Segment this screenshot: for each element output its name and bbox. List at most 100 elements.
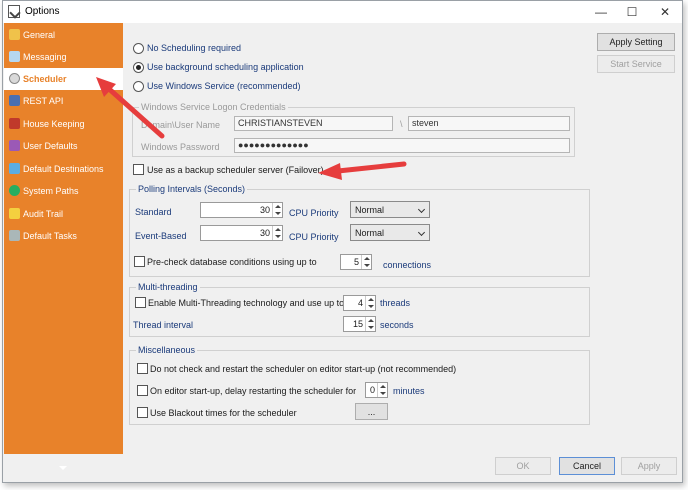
sidebar-item-rest-api[interactable]: REST API [4,90,123,112]
precheck-label: Pre-check database conditions using up t… [147,257,317,267]
thread-interval-stepper[interactable]: 15 [343,316,376,332]
username-input[interactable]: steven [408,116,570,131]
destinations-icon [9,163,20,174]
api-icon [9,95,20,106]
sidebar-item-messaging[interactable]: Messaging [4,46,123,68]
threads-value: 4 [357,298,363,308]
tasks-icon [9,230,20,241]
apply-setting-button[interactable]: Apply Setting [597,33,675,51]
misc-group: Miscellaneous Do not check and restart t… [129,345,590,425]
chevron-down-icon[interactable] [59,466,67,470]
domain-user-label: Domain\User Name [141,120,221,130]
sidebar-item-default-destinations[interactable]: Default Destinations [4,158,123,180]
audit-trail-icon [9,208,20,219]
event-based-stepper[interactable]: 30 [200,225,283,241]
sidebar-item-label: House Keeping [23,119,85,129]
spinner-icon[interactable] [365,317,375,331]
delay-label: On editor start-up, delay restarting the… [150,386,357,396]
multithreading-label: Enable Multi-Threading technology and us… [148,298,345,308]
credentials-group: Windows Service Logon Credentials Domain… [132,102,575,157]
blackout-times-button[interactable]: ... [355,403,388,420]
sidebar-item-label: Default Destinations [23,164,104,174]
failover-checkbox[interactable] [133,164,144,175]
sidebar-item-label: System Paths [23,186,79,196]
standard-label: Standard [135,207,172,217]
start-service-button[interactable]: Start Service [597,55,675,73]
cpu-priority-standard-select[interactable]: Normal [350,201,430,218]
sidebar-item-label: Scheduler [23,74,67,84]
sidebar-item-user-defaults[interactable]: User Defaults [4,135,123,157]
select-value: Normal [355,228,385,238]
spinner-icon[interactable] [272,226,282,240]
polling-legend: Polling Intervals (Seconds) [136,184,248,194]
sidebar-item-label: User Defaults [23,141,78,151]
messaging-icon [9,51,20,62]
cancel-button[interactable]: Cancel [559,457,615,475]
ok-button[interactable]: OK [495,457,551,475]
cpu-priority-event-select[interactable]: Normal [350,224,430,241]
select-value: Normal [355,205,385,215]
sidebar-item-audit-trail[interactable]: Audit Trail [4,203,123,225]
sidebar-item-scheduler[interactable]: Scheduler [4,68,123,90]
precheck-checkbox[interactable] [134,256,145,267]
sidebar-item-general[interactable]: General [4,24,123,46]
precheck-value: 5 [353,257,359,267]
minutes-label: minutes [393,386,425,396]
domain-input[interactable]: CHRISTIANSTEVEN [234,116,393,131]
chevron-down-icon [417,205,426,214]
password-label: Windows Password [141,142,220,152]
maximize-button[interactable]: ☐ [619,4,645,20]
housekeeping-icon [9,118,20,129]
threads-label: threads [380,298,411,308]
sidebar-item-default-tasks[interactable]: Default Tasks [4,225,123,247]
seconds-label: seconds [380,320,414,330]
credentials-legend: Windows Service Logon Credentials [139,102,288,112]
system-paths-icon [9,185,20,196]
precheck-stepper[interactable]: 5 [340,254,372,270]
cpu-priority-label: CPU Priority [289,208,339,218]
clock-icon [9,73,20,84]
window-title: Options [25,6,60,17]
sidebar-item-label: Messaging [23,52,67,62]
standard-stepper[interactable]: 30 [200,202,283,218]
apply-button[interactable]: Apply [621,457,677,475]
spinner-icon[interactable] [377,383,387,397]
delay-stepper[interactable]: 0 [365,382,388,398]
delay-checkbox[interactable] [137,385,148,396]
thread-interval-label: Thread interval [133,320,194,330]
spinner-icon[interactable] [365,296,375,310]
scheduler-panel: No Scheduling required Use background sc… [123,23,594,454]
delay-value: 0 [369,385,375,395]
nocheck-checkbox[interactable] [137,363,148,374]
blackout-checkbox[interactable] [137,407,148,418]
radio-label: Use Windows Service (recommended) [147,81,301,91]
sidebar-item-label: General [23,30,56,40]
radio-button[interactable] [133,43,144,54]
radio-button-selected[interactable] [133,62,144,73]
connections-label: connections [383,260,432,270]
password-input[interactable]: ●●●●●●●●●●●●● [234,138,570,153]
sidebar: General Messaging Scheduler REST API Hou… [4,23,123,470]
radio-label: Use background scheduling application [147,62,304,72]
app-icon [8,5,20,18]
sidebar-item-house-keeping[interactable]: House Keeping [4,113,123,135]
event-based-value: 30 [259,228,270,238]
misc-legend: Miscellaneous [136,345,198,355]
radio-button[interactable] [133,81,144,92]
standard-value: 30 [259,205,270,215]
sidebar-item-label: Default Tasks [23,231,77,241]
spinner-icon[interactable] [361,255,371,269]
close-button[interactable]: ✕ [652,4,678,20]
minimize-button[interactable]: — [588,4,614,20]
threads-stepper[interactable]: 4 [343,295,376,311]
event-based-label: Event-Based [135,231,187,241]
multithreading-group: Multi-threading Enable Multi-Threading t… [129,282,590,337]
failover-label: Use as a backup scheduler server (Failov… [147,165,324,175]
sidebar-item-system-paths[interactable]: System Paths [4,180,123,202]
user-defaults-icon [9,140,20,151]
spinner-icon[interactable] [272,203,282,217]
multithreading-checkbox[interactable] [135,297,146,308]
cpu-priority-label: CPU Priority [289,232,339,242]
options-window: Options — ☐ ✕ General Messaging Schedule… [2,0,683,483]
domain-separator: \ [400,119,403,129]
